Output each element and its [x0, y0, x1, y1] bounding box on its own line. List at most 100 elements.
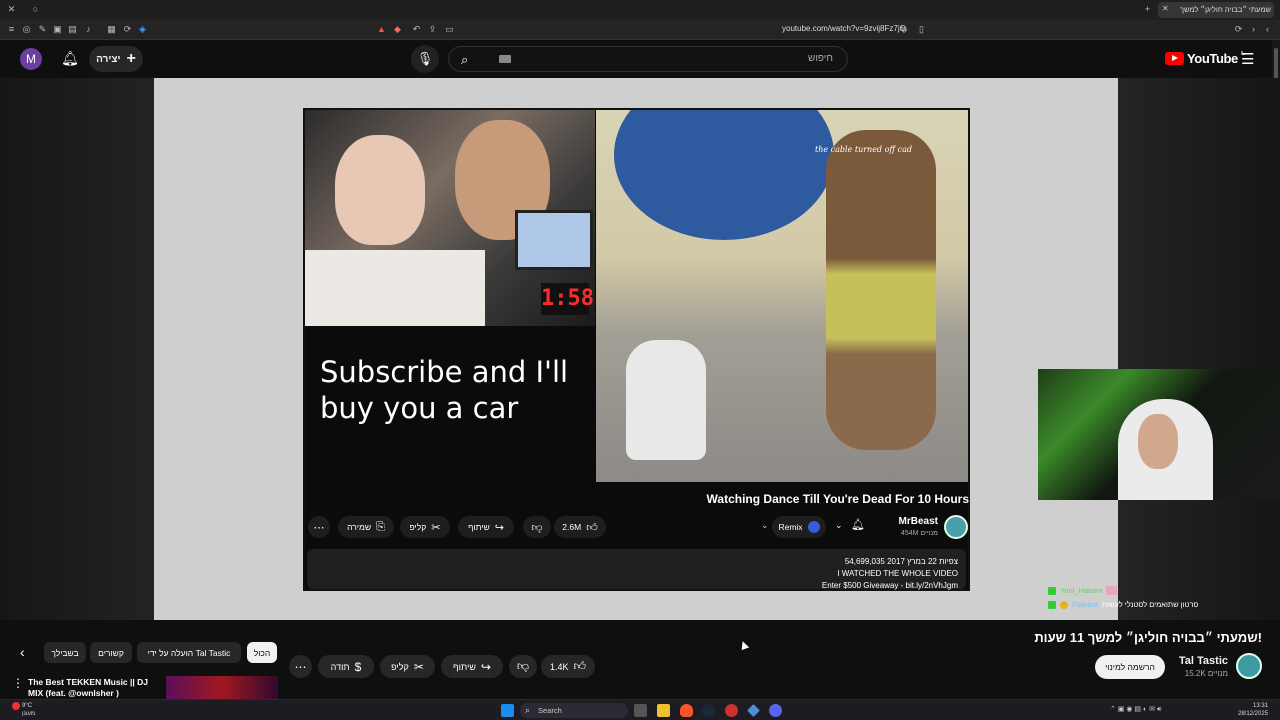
search-icon: ⌕: [525, 705, 531, 715]
windows-start-icon[interactable]: [501, 704, 514, 717]
chip-for-you[interactable]: בשבילך: [44, 642, 86, 663]
hamburger-menu-icon[interactable]: ☰: [1241, 50, 1254, 68]
clip-label: קליפ: [391, 661, 409, 672]
keyboard-icon[interactable]: [499, 55, 511, 63]
translate-icon[interactable]: ⇋: [898, 24, 909, 35]
tab-icon[interactable]: ▣: [52, 24, 63, 35]
channel-subscribers: 15.2K מנויים: [1184, 669, 1228, 678]
chip-related[interactable]: קשורים: [90, 642, 132, 663]
brave-icon[interactable]: [680, 704, 693, 717]
remix-label: Remix: [778, 522, 803, 532]
more-vertical-icon[interactable]: ⋮: [12, 676, 24, 690]
chat-badge-icon: [1048, 586, 1056, 595]
taskbar-search[interactable]: ⌕ Search: [520, 703, 628, 718]
flag-ball: [614, 110, 834, 240]
remix-button[interactable]: Remix: [772, 516, 826, 538]
tab-close-icon[interactable]: ✕: [1162, 4, 1169, 13]
weather-desc: מעונן: [22, 711, 36, 717]
thanks-button[interactable]: תודה $: [318, 655, 374, 678]
chevron-down-icon[interactable]: ⌄: [835, 520, 843, 531]
share-button[interactable]: שיתוף ↪: [441, 655, 503, 678]
app-icon[interactable]: [725, 704, 738, 717]
search-icon[interactable]: ⌕: [461, 52, 468, 68]
thumbs-up-icon: 👍︎: [573, 659, 587, 673]
description-box[interactable]: 54,699,035 צפיות 22 במרץ 2017 I WATCHED …: [307, 549, 966, 590]
search-box[interactable]: ⌕ חיפוש: [448, 46, 848, 72]
bookmark-icon[interactable]: ▯: [916, 24, 927, 35]
like-button[interactable]: 1.4K 👍︎: [541, 655, 595, 678]
streamer-head: [1138, 414, 1178, 469]
url-text[interactable]: youtube.com/watch?v=9zvij8Fz7jQ: [782, 24, 906, 33]
steam-icon[interactable]: [702, 704, 715, 717]
window-icon[interactable]: ▤: [67, 24, 78, 35]
more-button[interactable]: ⋯: [308, 516, 330, 538]
weather-temp: 9°C: [22, 703, 33, 709]
forward-icon[interactable]: ›: [1248, 24, 1259, 35]
chip-all[interactable]: הכול: [247, 642, 277, 663]
channel-name[interactable]: MrBeast: [890, 516, 938, 527]
brave-rewards-icon[interactable]: ▲: [376, 24, 387, 35]
chevron-down-icon[interactable]: ⌄: [761, 520, 769, 531]
share-button[interactable]: שיתוף ↪: [458, 516, 514, 538]
reload-icon[interactable]: ○: [30, 4, 41, 15]
close-icon[interactable]: ✕: [6, 4, 17, 15]
discord-icon[interactable]: [769, 704, 782, 717]
clip-button[interactable]: קליפ ✂: [400, 516, 450, 538]
desc-stats: 54,699,035 צפיות 22 במרץ 2017: [844, 557, 958, 566]
screen-icon[interactable]: ▭: [444, 24, 455, 35]
related-video-thumbnail[interactable]: [166, 676, 278, 699]
subscribe-button[interactable]: הרשמה למינוי: [1095, 655, 1165, 679]
create-button[interactable]: יצירה +: [89, 46, 143, 72]
chevron-left-icon[interactable]: ‹: [20, 644, 25, 660]
shirt: [305, 250, 485, 326]
avatar[interactable]: M: [20, 48, 42, 70]
related-video-title[interactable]: The Best TEKKEN Music || DJ MIX (feat. @…: [28, 677, 163, 699]
music-icon[interactable]: ♪: [83, 24, 94, 35]
weather-alert-icon[interactable]: [12, 702, 20, 710]
dislike-button[interactable]: 👎︎: [523, 516, 551, 538]
clock-time: 13:31: [1253, 703, 1269, 709]
task-view-icon[interactable]: [634, 704, 647, 717]
new-tab-icon[interactable]: +: [1142, 4, 1153, 15]
save-button[interactable]: שמירה ⎘: [338, 516, 394, 538]
extension-icon[interactable]: ✎: [37, 24, 48, 35]
reload-icon[interactable]: ⟳: [1233, 24, 1244, 35]
app-icon[interactable]: [747, 704, 760, 717]
laptop-image: [515, 210, 593, 270]
share-icon[interactable]: ⇪: [427, 24, 438, 35]
brave-shield-icon[interactable]: ◆: [392, 24, 403, 35]
clip-button[interactable]: קליפ ✂: [380, 655, 435, 678]
chat-icon[interactable]: ◈: [137, 24, 148, 35]
super-thanks-icon: $: [354, 659, 362, 674]
youtube-logo[interactable]: YouTube IL: [1165, 51, 1245, 66]
file-explorer-icon[interactable]: [657, 704, 670, 717]
more-button[interactable]: ⋯: [289, 655, 312, 678]
voice-search-icon[interactable]: 🎙︎: [411, 45, 439, 73]
dislike-button[interactable]: 👎︎: [509, 655, 537, 678]
camera-icon[interactable]: ▦: [106, 24, 117, 35]
notification-bell-icon[interactable]: 🔔︎: [851, 518, 865, 531]
like-button[interactable]: 2.6M 👍︎: [554, 516, 606, 538]
refresh-icon[interactable]: ⟳: [122, 24, 133, 35]
channel-avatar[interactable]: [944, 515, 968, 539]
notifications-bell-icon[interactable]: 🔔︎: [60, 48, 80, 68]
undo-icon[interactable]: ↶: [411, 24, 422, 35]
chat-user: Yoni_Hataim: [1060, 586, 1103, 595]
search-input[interactable]: חיפוש: [808, 53, 833, 64]
tab-title: שמעתי ״בבויה חוליגן״ למשך: [1180, 5, 1271, 14]
more-icon: ⋯: [294, 659, 307, 674]
desc-line[interactable]: Enter $500 Giveaway - bit.ly/2nVhJgm: [822, 581, 958, 590]
tray-icons[interactable]: ⌃ ▣ ◉ ▤ ◐ ✉ 🔊︎: [1110, 705, 1161, 714]
channel-avatar[interactable]: [1236, 653, 1262, 679]
sidebar-menu-icon[interactable]: ≡: [6, 24, 17, 35]
shield-icon[interactable]: ◎: [21, 24, 32, 35]
video-caption: the cable turned off cad: [815, 145, 912, 154]
thumbs-down-icon: 👎︎: [516, 659, 530, 673]
clip-label: קליפ: [409, 522, 427, 532]
back-icon[interactable]: ‹: [1262, 24, 1273, 35]
weather-widget[interactable]: 9°C מעונן: [22, 702, 35, 718]
clock[interactable]: 13:31 28/12/2025: [1238, 702, 1268, 718]
chip-uploaded-by[interactable]: הועלה על ידי Tal Tastic: [137, 642, 241, 663]
active-tab[interactable]: ✕ שמעתי ״בבויה חוליגן״ למשך: [1158, 2, 1274, 18]
channel-name[interactable]: Tal Tastic: [1170, 655, 1228, 667]
